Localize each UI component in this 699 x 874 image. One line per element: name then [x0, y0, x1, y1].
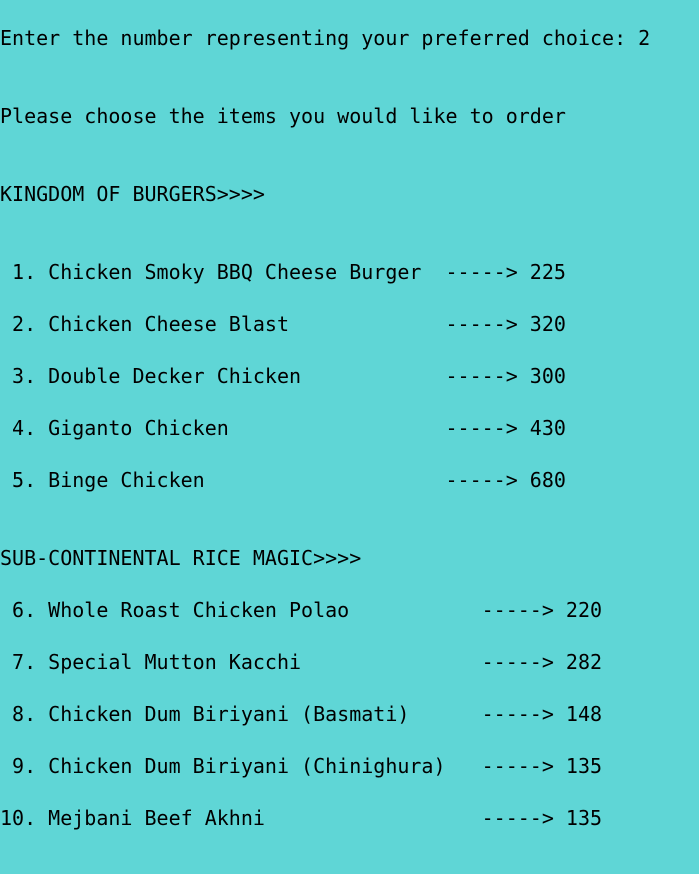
menu-item-rice: 7. Special Mutton Kacchi -----> 282 [0, 650, 603, 674]
menu-item-rice: 6. Whole Roast Chicken Polao -----> 220 [0, 598, 603, 622]
prompt-line: Enter the number representing your prefe… [0, 26, 651, 50]
menu-item-burger: 3. Double Decker Chicken -----> 300 [0, 364, 566, 388]
instruction-line: Please choose the items you would like t… [0, 104, 566, 128]
rice-section-header: SUB-CONTINENTAL RICE MAGIC>>>> [0, 546, 362, 570]
menu-item-burger: 2. Chicken Cheese Blast -----> 320 [0, 312, 566, 336]
menu-item-burger: 5. Binge Chicken -----> 680 [0, 468, 566, 492]
menu-item-rice: 9. Chicken Dum Biriyani (Chinighura) ---… [0, 754, 603, 778]
menu-item-burger: 4. Giganto Chicken -----> 430 [0, 416, 566, 440]
menu-item-rice: 10. Mejbani Beef Akhni -----> 135 [0, 806, 603, 830]
menu-item-rice: 8. Chicken Dum Biriyani (Basmati) ----->… [0, 702, 603, 726]
menu-item-burger: 1. Chicken Smoky BBQ Cheese Burger -----… [0, 260, 566, 284]
burgers-section-header: KINGDOM OF BURGERS>>>> [0, 182, 265, 206]
